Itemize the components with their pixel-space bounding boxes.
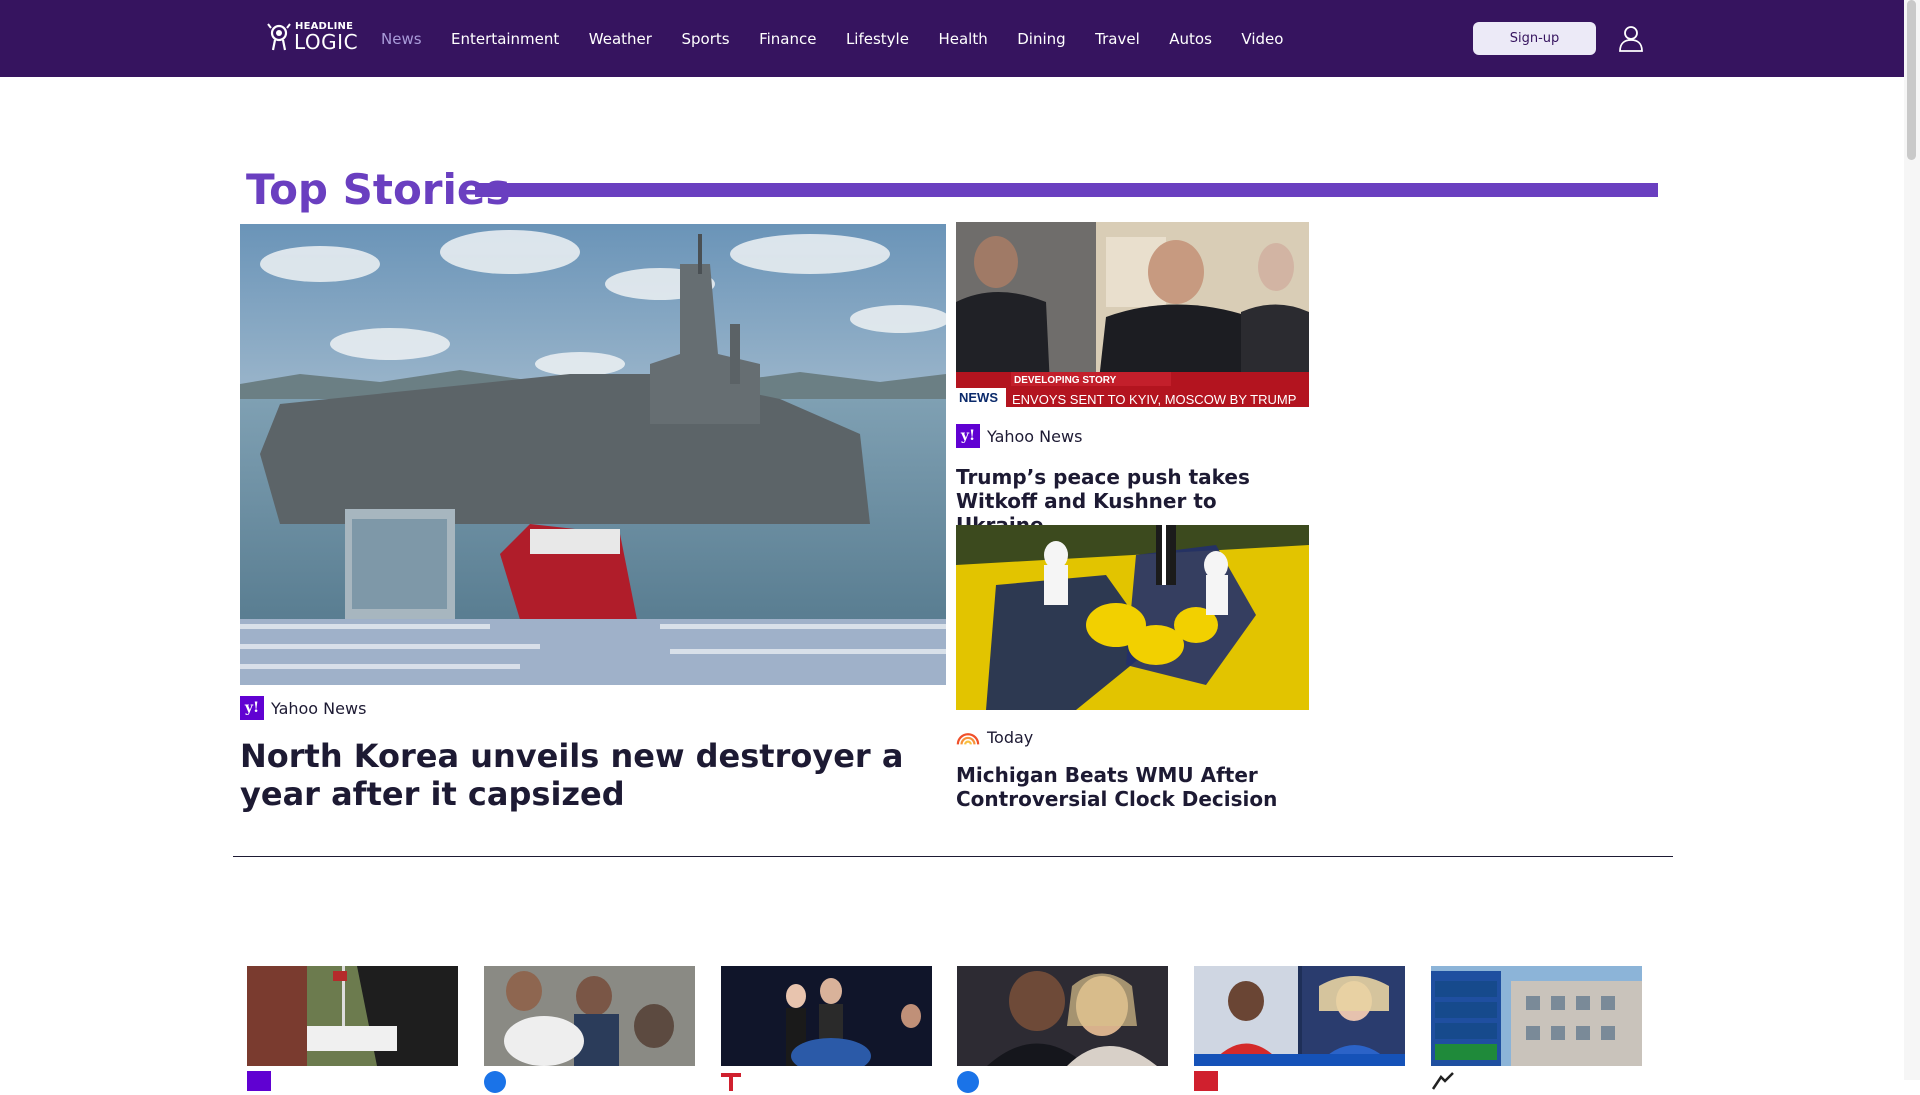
- nav-sports[interactable]: Sports: [681, 30, 729, 48]
- source-name: Today: [987, 727, 1034, 747]
- nav-finance[interactable]: Finance: [759, 30, 816, 48]
- nav-entertainment[interactable]: Entertainment: [451, 30, 559, 48]
- signup-button[interactable]: Sign-up: [1473, 22, 1596, 55]
- side-story-1-image[interactable]: NEWS DEVELOPING STORY ENVOYS SENT TO KYI…: [956, 222, 1309, 407]
- hero-story-source[interactable]: y! Yahoo News: [240, 696, 366, 720]
- side-story-2-source[interactable]: Today: [956, 725, 1033, 749]
- section-divider: [233, 856, 1673, 857]
- hero-story-headline[interactable]: North Korea unveils new destroyer a year…: [240, 737, 940, 813]
- user-icon[interactable]: [1617, 24, 1645, 52]
- image-badge: NEWS: [959, 390, 998, 405]
- nav-video[interactable]: Video: [1241, 30, 1283, 48]
- source-name: Yahoo News: [987, 426, 1083, 446]
- story-card-2-image[interactable]: [484, 966, 695, 1066]
- image-caption: ENVOYS SENT TO KYIV, MOSCOW BY TRUMP: [1012, 392, 1296, 407]
- today-rainbow-icon: [956, 725, 980, 749]
- source-logo-icon: [721, 1071, 745, 1091]
- nav-dining[interactable]: Dining: [1017, 30, 1065, 48]
- story-card-5-image[interactable]: [1194, 966, 1405, 1066]
- source-logo-icon: [1194, 1071, 1218, 1091]
- source-logo-icon: [1431, 1071, 1455, 1091]
- hero-story-image[interactable]: [240, 224, 946, 685]
- story-card-3-image[interactable]: [721, 966, 932, 1066]
- yahoo-news-icon: y!: [240, 696, 264, 720]
- section-title-rule: [475, 183, 1658, 197]
- side-story-2-headline[interactable]: Michigan Beats WMU After Controversial C…: [956, 763, 1306, 811]
- nav-autos[interactable]: Autos: [1169, 30, 1212, 48]
- logo-text-bottom: LOGIC: [294, 30, 359, 54]
- top-navigation-bar: HEADLINE LOGIC News Entertainment Weathe…: [0, 0, 1904, 77]
- nav-news[interactable]: News: [381, 30, 422, 48]
- side-story-1-source[interactable]: y! Yahoo News: [956, 424, 1082, 448]
- story-card-4-image[interactable]: [957, 966, 1168, 1066]
- main-nav: News Entertainment Weather Sports Financ…: [381, 0, 1313, 77]
- image-caption-tag: DEVELOPING STORY: [1014, 375, 1117, 386]
- scrollbar-thumb[interactable]: [1907, 0, 1916, 160]
- yahoo-news-icon: [247, 1071, 271, 1091]
- nav-health[interactable]: Health: [938, 30, 987, 48]
- story-card-6-image[interactable]: [1431, 966, 1642, 1066]
- nav-travel[interactable]: Travel: [1095, 30, 1140, 48]
- headline-logic-logo[interactable]: HEADLINE LOGIC: [267, 20, 359, 54]
- section-title: Top Stories: [246, 165, 511, 214]
- yahoo-news-icon: y!: [956, 424, 980, 448]
- source-logo-icon: [484, 1071, 506, 1093]
- source-name: Yahoo News: [271, 698, 367, 718]
- source-logo-icon: [957, 1071, 979, 1093]
- nav-lifestyle[interactable]: Lifestyle: [846, 30, 909, 48]
- page-scrollbar[interactable]: [1904, 0, 1920, 1080]
- side-story-2-image[interactable]: [956, 525, 1309, 710]
- nav-weather[interactable]: Weather: [589, 30, 652, 48]
- story-card-1-image[interactable]: [247, 966, 458, 1066]
